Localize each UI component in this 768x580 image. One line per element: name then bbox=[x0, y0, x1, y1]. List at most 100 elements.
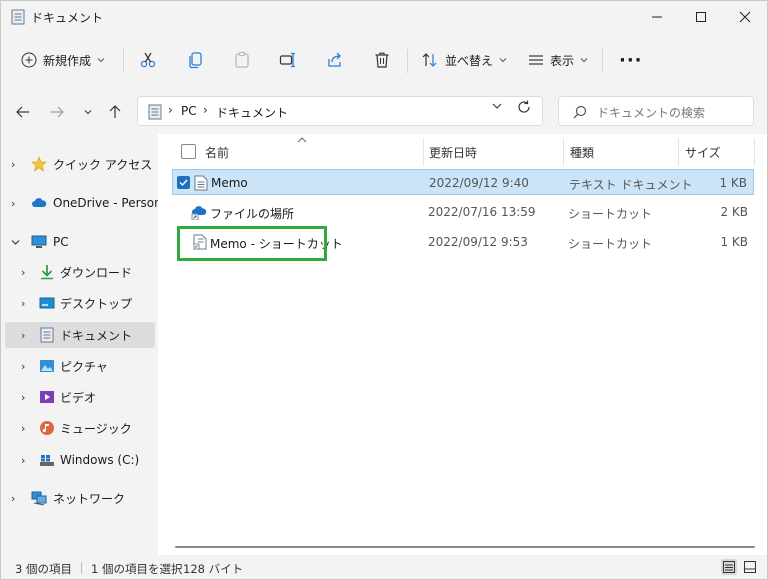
address-history-button[interactable] bbox=[491, 100, 503, 115]
file-type: ショートカット bbox=[568, 207, 653, 221]
sidebar-item-label: ドキュメント bbox=[60, 328, 133, 343]
back-button[interactable] bbox=[12, 101, 34, 123]
chevron-down-icon bbox=[84, 110, 92, 115]
up-button[interactable] bbox=[104, 101, 126, 123]
rename-button[interactable] bbox=[279, 45, 297, 75]
file-type: ショートカット bbox=[568, 237, 653, 251]
chevron-right-icon[interactable]: › bbox=[21, 297, 25, 310]
sort-ascending-icon bbox=[297, 137, 307, 143]
sidebar-item-pictures[interactable]: › ピクチャ bbox=[5, 353, 155, 379]
sidebar-item-label: Windows (C:) bbox=[60, 453, 140, 467]
sidebar-item-label: クイック アクセス bbox=[53, 157, 153, 172]
sidebar-item-network[interactable]: › ネットワーク bbox=[5, 485, 155, 511]
share-button[interactable] bbox=[326, 45, 344, 75]
sidebar-item-label: ミュージック bbox=[60, 421, 132, 436]
refresh-button[interactable] bbox=[517, 100, 531, 117]
row-checkbox[interactable] bbox=[177, 176, 190, 189]
breadcrumb-documents[interactable]: ドキュメント bbox=[216, 104, 288, 121]
plus-circle-icon bbox=[21, 52, 37, 68]
chevron-right-icon[interactable]: › bbox=[21, 391, 25, 404]
paste-button[interactable] bbox=[233, 45, 251, 75]
view-button-label: 表示 bbox=[550, 53, 575, 68]
sidebar-item-pc[interactable]: PC bbox=[5, 229, 155, 255]
sidebar-item-onedrive[interactable]: › OneDrive - Personal bbox=[5, 190, 172, 216]
toolbar-divider bbox=[123, 49, 124, 73]
chevron-down-icon bbox=[580, 58, 588, 63]
music-icon bbox=[40, 421, 54, 435]
chevron-right-icon[interactable]: › bbox=[21, 266, 25, 279]
column-divider[interactable] bbox=[563, 138, 564, 166]
chevron-right-icon[interactable]: › bbox=[21, 329, 25, 342]
share-icon bbox=[328, 52, 341, 67]
chevron-down-icon[interactable] bbox=[11, 238, 20, 247]
address-bar[interactable]: › PC › ドキュメント bbox=[137, 96, 543, 126]
checkmark-icon bbox=[179, 179, 188, 187]
column-divider[interactable] bbox=[423, 138, 424, 166]
details-view-button[interactable] bbox=[721, 559, 737, 575]
sidebar-item-desktop[interactable]: › デスクトップ bbox=[5, 290, 155, 316]
new-button[interactable]: 新規作成 bbox=[21, 45, 105, 75]
breadcrumb-separator: › bbox=[203, 103, 208, 117]
arrow-right-icon bbox=[51, 106, 64, 118]
chevron-down-icon bbox=[499, 58, 507, 63]
file-row-memo[interactable]: Memo 2022/09/12 9:40 テキスト ドキュメント 1 KB bbox=[172, 169, 754, 195]
more-icon: ··· bbox=[619, 49, 643, 71]
column-header-name[interactable]: 名前 bbox=[205, 144, 229, 161]
column-divider[interactable] bbox=[678, 138, 679, 166]
breadcrumb-pc[interactable]: PC bbox=[181, 104, 197, 118]
sidebar-item-downloads[interactable]: › ダウンロード bbox=[5, 259, 155, 285]
clipboard-icon bbox=[235, 51, 249, 68]
monitor-icon bbox=[31, 235, 47, 248]
chevron-right-icon[interactable]: › bbox=[21, 422, 25, 435]
column-header-type[interactable]: 種類 bbox=[570, 144, 594, 161]
file-row-file-location[interactable]: ファイルの場所 2022/07/16 13:59 ショートカット 2 KB bbox=[172, 199, 754, 225]
close-button[interactable] bbox=[723, 1, 767, 33]
file-date: 2022/09/12 9:40 bbox=[429, 176, 529, 190]
column-divider[interactable] bbox=[754, 138, 755, 166]
file-date: 2022/09/12 9:53 bbox=[428, 235, 528, 249]
sort-button[interactable]: 並べ替え bbox=[421, 45, 507, 75]
column-header-size[interactable]: サイズ bbox=[685, 144, 721, 161]
tiles-view-button[interactable] bbox=[742, 559, 758, 575]
chevron-right-icon[interactable]: › bbox=[11, 492, 15, 505]
chevron-right-icon[interactable]: › bbox=[11, 197, 15, 210]
download-icon bbox=[41, 265, 53, 280]
copy-button[interactable] bbox=[187, 45, 205, 75]
close-icon bbox=[739, 11, 751, 23]
maximize-button[interactable] bbox=[679, 1, 723, 33]
delete-button[interactable] bbox=[373, 45, 391, 75]
search-icon bbox=[573, 105, 587, 119]
trash-icon bbox=[375, 52, 389, 68]
recent-locations-button[interactable] bbox=[77, 101, 99, 123]
drive-icon bbox=[40, 455, 54, 466]
selection-count: 1 個の項目を選択 bbox=[91, 562, 183, 576]
chevron-right-icon[interactable]: › bbox=[21, 360, 25, 373]
toolbar-divider bbox=[407, 49, 408, 73]
horizontal-scrollbar[interactable] bbox=[175, 546, 755, 548]
sidebar-item-label: OneDrive - Personal bbox=[53, 196, 173, 210]
sidebar-item-videos[interactable]: › ビデオ bbox=[5, 384, 155, 410]
sort-button-label: 並べ替え bbox=[445, 53, 494, 68]
sidebar-item-quick-access[interactable]: › クイック アクセス bbox=[5, 151, 155, 177]
more-options-button[interactable]: ··· bbox=[619, 45, 643, 75]
document-icon bbox=[40, 327, 54, 343]
chevron-right-icon[interactable]: › bbox=[21, 454, 25, 467]
cut-button[interactable] bbox=[139, 45, 157, 75]
column-header-date[interactable]: 更新日時 bbox=[429, 144, 477, 161]
chevron-right-icon[interactable]: › bbox=[11, 158, 15, 171]
sidebar-item-label: デスクトップ bbox=[60, 296, 133, 311]
file-date: 2022/07/16 13:59 bbox=[428, 205, 536, 219]
view-button[interactable]: 表示 bbox=[528, 45, 588, 75]
item-count: 3 個の項目 bbox=[15, 562, 72, 576]
select-all-checkbox[interactable] bbox=[181, 144, 196, 159]
sidebar-item-music[interactable]: › ミュージック bbox=[5, 415, 155, 441]
sidebar-item-windows-drive[interactable]: › Windows (C:) bbox=[5, 447, 155, 473]
search-input[interactable]: ドキュメントの検索 bbox=[558, 96, 754, 126]
minimize-button[interactable] bbox=[635, 1, 679, 33]
file-size: 1 KB bbox=[719, 176, 747, 190]
sidebar-item-documents[interactable]: › ドキュメント bbox=[5, 322, 155, 348]
status-divider bbox=[81, 562, 82, 574]
forward-button[interactable] bbox=[46, 101, 68, 123]
chevron-down-icon bbox=[97, 58, 105, 63]
sidebar-item-label: PC bbox=[53, 235, 69, 249]
